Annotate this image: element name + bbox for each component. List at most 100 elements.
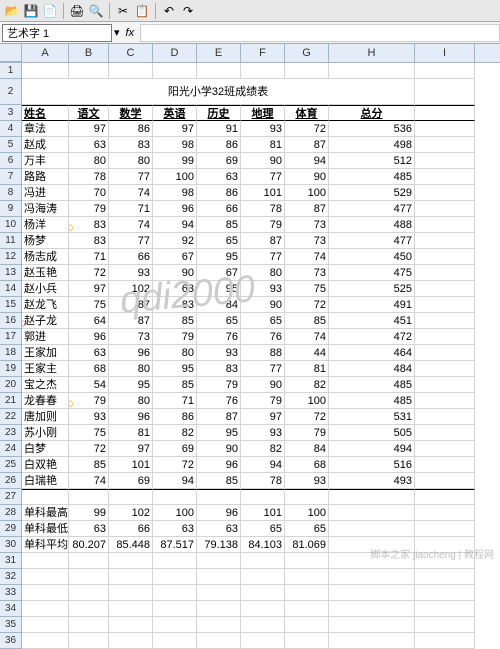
row-header[interactable]: 19 — [0, 361, 22, 377]
cell[interactable]: 72 — [153, 457, 197, 473]
print-icon[interactable]: 🖨 — [69, 3, 85, 19]
cell[interactable] — [241, 63, 285, 79]
cell[interactable]: 87 — [197, 409, 241, 425]
cell[interactable]: 73 — [285, 217, 329, 233]
col-header-D[interactable]: D — [153, 44, 197, 62]
cell[interactable] — [109, 601, 153, 617]
cell[interactable]: 512 — [329, 153, 415, 169]
cell[interactable] — [415, 105, 475, 121]
cell[interactable]: 92 — [153, 233, 197, 249]
row-header[interactable]: 31 — [0, 553, 22, 569]
cell[interactable] — [22, 489, 69, 505]
cell[interactable]: 71 — [109, 201, 153, 217]
cell[interactable] — [22, 601, 69, 617]
col-header-H[interactable]: H — [329, 44, 415, 62]
cell[interactable] — [241, 489, 285, 505]
cell[interactable]: 85 — [69, 457, 109, 473]
cell[interactable]: 94 — [285, 153, 329, 169]
cell[interactable] — [109, 489, 153, 505]
cell[interactable]: 94 — [153, 217, 197, 233]
cell[interactable]: 77 — [241, 361, 285, 377]
cell[interactable] — [415, 585, 475, 601]
cell[interactable]: 63 — [153, 281, 197, 297]
cell[interactable] — [415, 393, 475, 409]
cell[interactable] — [415, 409, 475, 425]
cell[interactable]: 总分 — [329, 105, 415, 121]
row-header[interactable]: 7 — [0, 169, 22, 185]
cell[interactable] — [415, 345, 475, 361]
cell[interactable]: 536 — [329, 121, 415, 137]
cell[interactable]: 78 — [241, 473, 285, 489]
cell[interactable]: 85 — [197, 473, 241, 489]
cell[interactable]: 99 — [153, 153, 197, 169]
cell[interactable]: 101 — [241, 185, 285, 201]
cell[interactable]: 84 — [285, 441, 329, 457]
cell[interactable]: 88 — [241, 345, 285, 361]
cell[interactable]: 488 — [329, 217, 415, 233]
cell[interactable] — [329, 505, 415, 521]
row-header[interactable]: 18 — [0, 345, 22, 361]
cell[interactable]: 100 — [153, 169, 197, 185]
cell[interactable]: 78 — [241, 201, 285, 217]
cell[interactable]: 82 — [285, 377, 329, 393]
cell[interactable]: 杨梦 — [22, 233, 69, 249]
cell[interactable] — [69, 63, 109, 79]
cell[interactable]: 赵龙飞 — [22, 297, 69, 313]
cell[interactable]: 79 — [241, 217, 285, 233]
cell[interactable] — [153, 617, 197, 633]
cell[interactable]: 76 — [197, 329, 241, 345]
cell[interactable]: 95 — [153, 361, 197, 377]
cell[interactable]: 87 — [241, 233, 285, 249]
cell[interactable]: 99 — [69, 505, 109, 521]
row-header[interactable]: 34 — [0, 601, 22, 617]
row-header[interactable]: 13 — [0, 265, 22, 281]
cell[interactable] — [285, 553, 329, 569]
cell[interactable]: 65 — [197, 313, 241, 329]
cell[interactable] — [241, 553, 285, 569]
cell[interactable]: 95 — [197, 249, 241, 265]
cell[interactable]: 71 — [153, 393, 197, 409]
cell[interactable] — [415, 297, 475, 313]
cell[interactable]: 白瑞艳 — [22, 473, 69, 489]
cell[interactable]: 86 — [197, 185, 241, 201]
cell[interactable] — [109, 617, 153, 633]
col-header-B[interactable]: B — [69, 44, 109, 62]
cell[interactable]: 83 — [153, 297, 197, 313]
cell[interactable]: 54 — [69, 377, 109, 393]
cell[interactable]: 69 — [109, 473, 153, 489]
cell[interactable]: 87 — [109, 297, 153, 313]
cell[interactable] — [241, 601, 285, 617]
cell[interactable]: 451 — [329, 313, 415, 329]
cell[interactable]: 97 — [69, 121, 109, 137]
cell[interactable]: 93 — [197, 345, 241, 361]
cell[interactable]: 100 — [285, 185, 329, 201]
cell[interactable]: 83 — [197, 361, 241, 377]
row-header[interactable]: 1 — [0, 63, 22, 79]
cell[interactable]: 63 — [69, 137, 109, 153]
cell[interactable]: 77 — [109, 233, 153, 249]
cell[interactable] — [415, 505, 475, 521]
cell[interactable] — [329, 521, 415, 537]
cell[interactable] — [415, 521, 475, 537]
cell[interactable]: 65 — [285, 521, 329, 537]
cell[interactable]: 杨洋 — [22, 217, 69, 233]
cell[interactable]: 77 — [241, 249, 285, 265]
cell[interactable]: 93 — [285, 473, 329, 489]
cell[interactable] — [69, 585, 109, 601]
undo-icon[interactable]: ↶ — [161, 3, 177, 19]
cell[interactable]: 章法 — [22, 121, 69, 137]
cell[interactable]: 70 — [69, 185, 109, 201]
cell[interactable]: 90 — [241, 297, 285, 313]
row-header[interactable]: 11 — [0, 233, 22, 249]
cell[interactable]: 郭进 — [22, 329, 69, 345]
cell[interactable]: 98 — [153, 137, 197, 153]
title-cell[interactable]: 阳光小学32班成绩表 — [22, 79, 415, 105]
row-header[interactable]: 32 — [0, 569, 22, 585]
cell[interactable]: 63 — [197, 169, 241, 185]
cell[interactable]: 477 — [329, 233, 415, 249]
cell[interactable] — [329, 585, 415, 601]
cell[interactable] — [109, 63, 153, 79]
cell[interactable]: 79 — [241, 393, 285, 409]
cell[interactable]: 69 — [197, 153, 241, 169]
cell[interactable]: 86 — [197, 137, 241, 153]
